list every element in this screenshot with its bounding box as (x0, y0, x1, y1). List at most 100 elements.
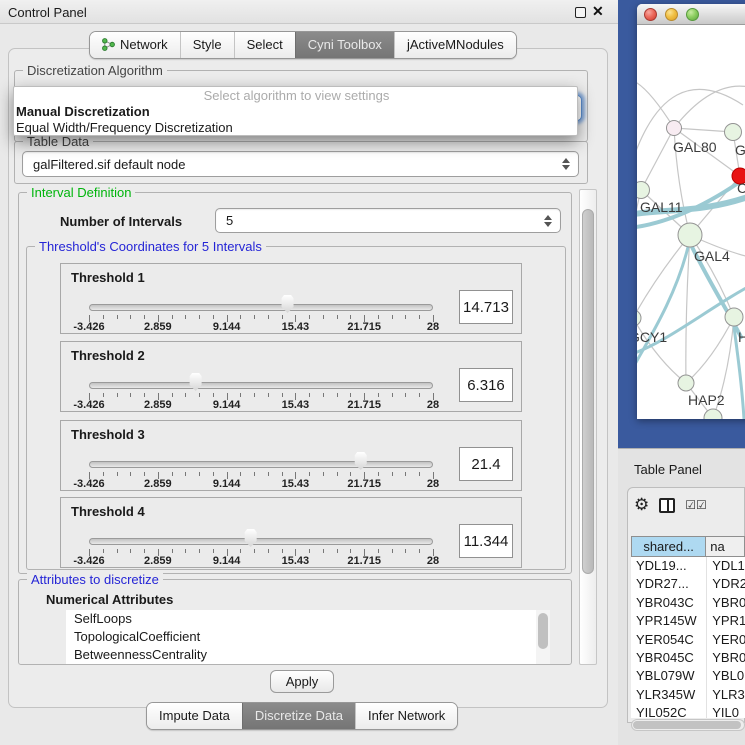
column-header-name[interactable]: na (706, 536, 745, 557)
network-node[interactable] (678, 375, 694, 391)
minimize-traffic-light-icon[interactable] (665, 8, 678, 21)
table-cell[interactable]: YBR045C (631, 649, 706, 667)
tick-mark (117, 315, 118, 319)
close-traffic-light-icon[interactable] (644, 8, 657, 21)
tab-style[interactable]: Style (180, 32, 234, 58)
columns-icon[interactable] (659, 498, 675, 513)
table-row[interactable]: YBR045CYBR0 (631, 649, 745, 667)
table-row[interactable]: YBL079WYBL0 (631, 667, 745, 685)
tick-mark (240, 315, 241, 319)
table-row[interactable]: YDR27...YDR2 (631, 575, 745, 593)
table-cell[interactable]: YDL1 (706, 557, 745, 575)
tick-mark (268, 393, 269, 397)
threshold-slider[interactable] (89, 538, 433, 545)
threshold-slider[interactable] (89, 304, 433, 311)
popup-item-manual-discretization[interactable]: Manual Discretization (14, 104, 577, 120)
tick-mark (309, 472, 310, 476)
tick-mark (172, 549, 173, 553)
scale-label: 2.859 (144, 399, 172, 411)
tick-mark (144, 549, 145, 553)
gear-icon[interactable]: ⚙ (634, 496, 649, 514)
table-row[interactable]: YPR145WYPR1 (631, 612, 745, 630)
tick-mark (199, 315, 200, 319)
network-node[interactable] (637, 310, 641, 326)
tick-mark (405, 393, 406, 397)
control-panel-tabs: Network Style SelectCyni Toolbox jActiveMNo… (89, 31, 517, 59)
table-cell[interactable]: YER0 (706, 631, 745, 649)
table-cell[interactable]: YLR345W (631, 686, 706, 704)
close-icon[interactable]: ✕ (592, 3, 604, 20)
float-icon[interactable] (575, 7, 586, 18)
tab-network[interactable]: Network (90, 32, 180, 58)
tick-mark (199, 393, 200, 397)
threshold-value-field[interactable]: 6.316 (459, 368, 513, 402)
table-cell[interactable]: YIL052C (631, 704, 706, 718)
tab-impute-data[interactable]: Impute Data (147, 703, 242, 729)
attribute-list-item[interactable]: SelfLoops (66, 610, 536, 628)
table-cell[interactable]: YDR27... (631, 575, 706, 593)
table-cell[interactable]: YDR2 (706, 575, 745, 593)
network-node[interactable] (725, 124, 742, 141)
threshold-1-panel: Threshold 1 -3.4262.8599.14415.4321.7152… (60, 263, 522, 334)
tab-jactivemnodules[interactable]: jActiveMNodules (394, 32, 516, 58)
table-row[interactable]: YIL052CYIL0 (631, 704, 745, 718)
tab-label: jActiveMNodules (407, 37, 504, 52)
network-canvas[interactable]: GAL80 GA C GAL11 GAL4 GCY1 H HAP2 (637, 25, 745, 419)
number-of-intervals-combobox[interactable]: 5 (215, 208, 561, 233)
table-row[interactable]: YBR043CYBR0 (631, 594, 745, 612)
tab-discretize-data[interactable]: Discretize Data (242, 703, 355, 729)
threshold-slider[interactable] (89, 461, 433, 468)
threshold-3-panel: Threshold 3 -3.4262.8599.14415.4321.7152… (60, 420, 522, 491)
scrollbar-thumb[interactable] (633, 721, 741, 729)
popup-item-equal-width-frequency[interactable]: Equal Width/Frequency Discretization (14, 120, 577, 136)
table-row[interactable]: YLR345WYLR3 (631, 686, 745, 704)
network-node[interactable] (637, 182, 650, 199)
zoom-traffic-light-icon[interactable] (686, 8, 699, 21)
scrollbar-thumb[interactable] (582, 209, 594, 574)
tick-mark (337, 315, 338, 319)
scrollbar-thumb[interactable] (538, 613, 548, 649)
network-node[interactable] (667, 121, 682, 136)
tick-mark (350, 315, 351, 319)
tab-select[interactable]: Select (234, 32, 295, 58)
tick-mark (117, 472, 118, 476)
checkbox-icons[interactable]: ☑☑ (685, 498, 707, 512)
network-node[interactable] (678, 223, 702, 247)
table-cell[interactable]: YBL0 (706, 667, 745, 685)
table-panel: Table Panel ⚙ ☑☑ shared... na YDL19...YD… (618, 448, 745, 745)
table-cell[interactable]: YIL0 (706, 704, 745, 718)
network-view-window: GAL80 GA C GAL11 GAL4 GCY1 H HAP2 (637, 4, 745, 419)
popup-prompt: Select algorithm to view settings (14, 88, 577, 104)
table-cell[interactable]: YPR1 (706, 612, 745, 630)
table-cell[interactable]: YLR3 (706, 686, 745, 704)
network-node[interactable] (725, 308, 743, 326)
threshold-slider[interactable] (89, 382, 433, 389)
table-row[interactable]: YDL19...YDL1 (631, 557, 745, 575)
apply-button[interactable]: Apply (270, 670, 334, 693)
attribute-list-item[interactable]: TopologicalCoefficient (66, 628, 536, 646)
threshold-value-field[interactable]: 11.344 (459, 524, 513, 558)
attributes-list-scrollbar[interactable] (536, 610, 550, 664)
table-data-combobox[interactable]: galFiltered.sif default node (22, 151, 579, 177)
threshold-value-field[interactable]: 21.4 (459, 447, 513, 481)
tab-cyni-toolbox[interactable]: Cyni Toolbox (295, 32, 394, 58)
tab-label: Style (193, 37, 222, 52)
attribute-list-item[interactable]: BetweennessCentrality (66, 646, 536, 664)
column-header-shared-name[interactable]: shared... (631, 536, 706, 557)
table-cell[interactable]: YBR0 (706, 594, 745, 612)
threshold-value-field[interactable]: 14.713 (459, 290, 513, 324)
table-cell[interactable]: YBR043C (631, 594, 706, 612)
table-cell[interactable]: YDL19... (631, 557, 706, 575)
group-title: Discretization Algorithm (23, 63, 167, 78)
table-cell[interactable]: YER054C (631, 631, 706, 649)
table-cell[interactable]: YBL079W (631, 667, 706, 685)
table-cell[interactable]: YPR145W (631, 612, 706, 630)
table-cell[interactable]: YBR0 (706, 649, 745, 667)
tab-infer-network[interactable]: Infer Network (355, 703, 457, 729)
tab-label: Discretize Data (255, 708, 343, 723)
table-row[interactable]: YER054CYER0 (631, 631, 745, 649)
network-window-titlebar[interactable] (637, 4, 745, 25)
table-toolbar: ⚙ ☑☑ (634, 494, 707, 516)
table-horizontal-scrollbar[interactable] (631, 719, 745, 731)
vertical-scrollbar[interactable] (579, 189, 597, 665)
